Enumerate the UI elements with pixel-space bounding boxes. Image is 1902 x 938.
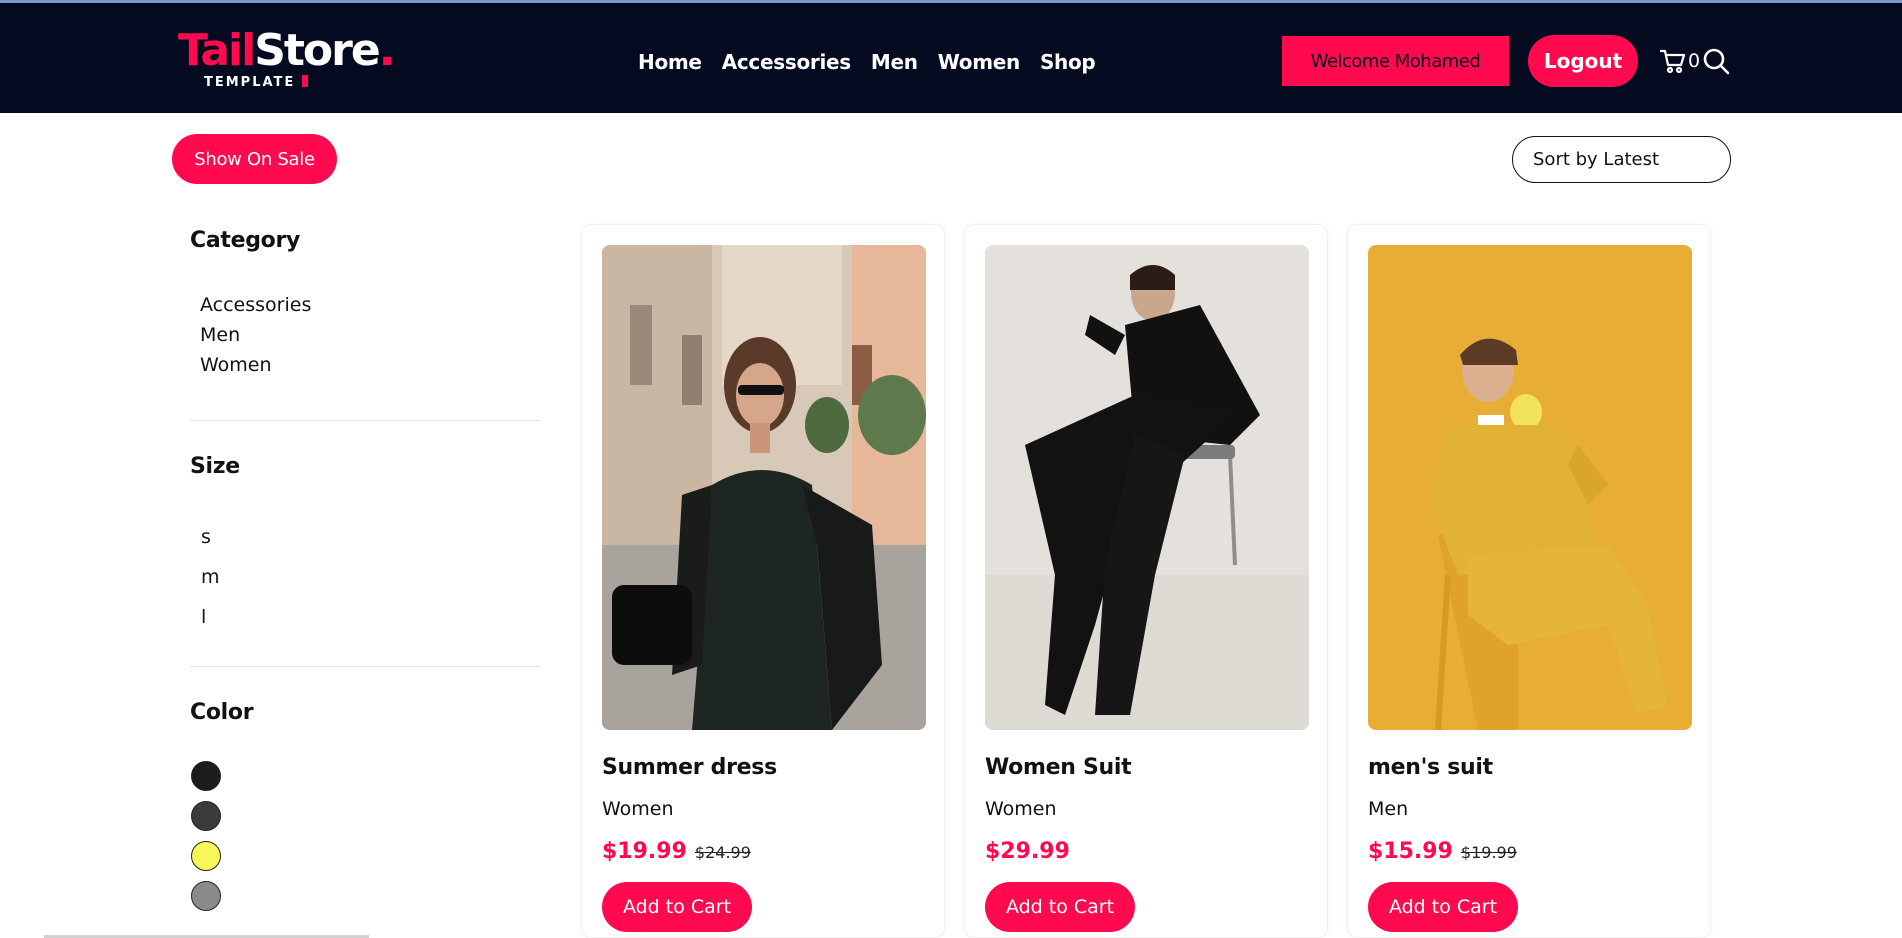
- site-logo[interactable]: TailStore. TEMPLATE: [178, 25, 398, 91]
- size-list: s m l: [201, 517, 220, 637]
- cart-icon[interactable]: [1659, 47, 1687, 75]
- product-old-price: $24.99: [694, 843, 751, 862]
- product-price: $19.99: [602, 839, 687, 864]
- product-photo-summer-dress: [602, 245, 926, 730]
- product-title[interactable]: men's suit: [1368, 755, 1493, 780]
- logo-dot: .: [378, 25, 396, 76]
- category-item-women[interactable]: Women: [200, 350, 311, 380]
- add-to-cart-button[interactable]: Add to Cart: [985, 882, 1135, 932]
- size-heading: Size: [190, 454, 240, 479]
- category-item-men[interactable]: Men: [200, 320, 311, 350]
- product-card[interactable]: Summer dress Women $19.99 $24.99 Add to …: [581, 224, 945, 938]
- product-price-row: $15.99 $19.99: [1368, 839, 1517, 864]
- nav-women[interactable]: Women: [938, 47, 1021, 77]
- nav-accessories[interactable]: Accessories: [722, 47, 852, 77]
- product-image[interactable]: [985, 245, 1309, 730]
- logo-subtitle: TEMPLATE: [204, 75, 296, 90]
- logo-text-tail: Tail: [178, 25, 256, 76]
- color-swatch-gray[interactable]: [191, 881, 221, 911]
- cart-count: 0: [1688, 50, 1701, 72]
- product-photo-mens-suit: [1368, 245, 1692, 730]
- welcome-user-button[interactable]: Welcome Mohamed: [1282, 36, 1509, 86]
- logo-text-store: Store: [254, 25, 380, 76]
- main-nav: Home Accessories Men Women Shop: [638, 47, 1096, 77]
- logo-accent-bar: [302, 75, 308, 87]
- nav-shop[interactable]: Shop: [1040, 47, 1096, 77]
- nav-home[interactable]: Home: [638, 47, 702, 77]
- product-title[interactable]: Women Suit: [985, 755, 1132, 780]
- color-swatch-black[interactable]: [191, 761, 221, 791]
- size-item-m[interactable]: m: [201, 557, 220, 597]
- product-category: Women: [602, 798, 674, 820]
- product-price-row: $29.99: [985, 839, 1070, 864]
- logout-button[interactable]: Logout: [1528, 35, 1638, 87]
- product-image[interactable]: [1368, 245, 1692, 730]
- product-photo-women-suit: [985, 245, 1309, 730]
- product-price-row: $19.99 $24.99: [602, 839, 751, 864]
- sort-select[interactable]: Sort by Latest: [1512, 136, 1731, 183]
- product-card[interactable]: men's suit Men $15.99 $19.99 Add to Cart: [1347, 224, 1711, 938]
- show-on-sale-button[interactable]: Show On Sale: [172, 134, 337, 184]
- search-icon[interactable]: [1702, 47, 1730, 75]
- product-title[interactable]: Summer dress: [602, 755, 777, 780]
- color-swatch-yellow[interactable]: [191, 841, 221, 871]
- product-old-price: $19.99: [1460, 843, 1517, 862]
- add-to-cart-button[interactable]: Add to Cart: [602, 882, 752, 932]
- product-price: $15.99: [1368, 839, 1453, 864]
- size-item-l[interactable]: l: [201, 597, 220, 637]
- product-image[interactable]: [602, 245, 926, 730]
- sidebar-divider: [190, 420, 541, 421]
- product-price: $29.99: [985, 839, 1070, 864]
- color-swatch-dark-gray[interactable]: [191, 801, 221, 831]
- color-heading: Color: [190, 700, 254, 725]
- site-header: TailStore. TEMPLATE Home Accessories Men…: [0, 3, 1902, 113]
- category-list: Accessories Men Women: [200, 290, 311, 380]
- category-heading: Category: [190, 228, 301, 253]
- nav-men[interactable]: Men: [871, 47, 918, 77]
- size-item-s[interactable]: s: [201, 517, 220, 557]
- add-to-cart-button[interactable]: Add to Cart: [1368, 882, 1518, 932]
- product-category: Women: [985, 798, 1057, 820]
- sidebar-divider: [190, 666, 541, 667]
- category-item-accessories[interactable]: Accessories: [200, 290, 311, 320]
- product-card[interactable]: Women Suit Women $29.99 Add to Cart: [964, 224, 1328, 938]
- product-category: Men: [1368, 798, 1409, 820]
